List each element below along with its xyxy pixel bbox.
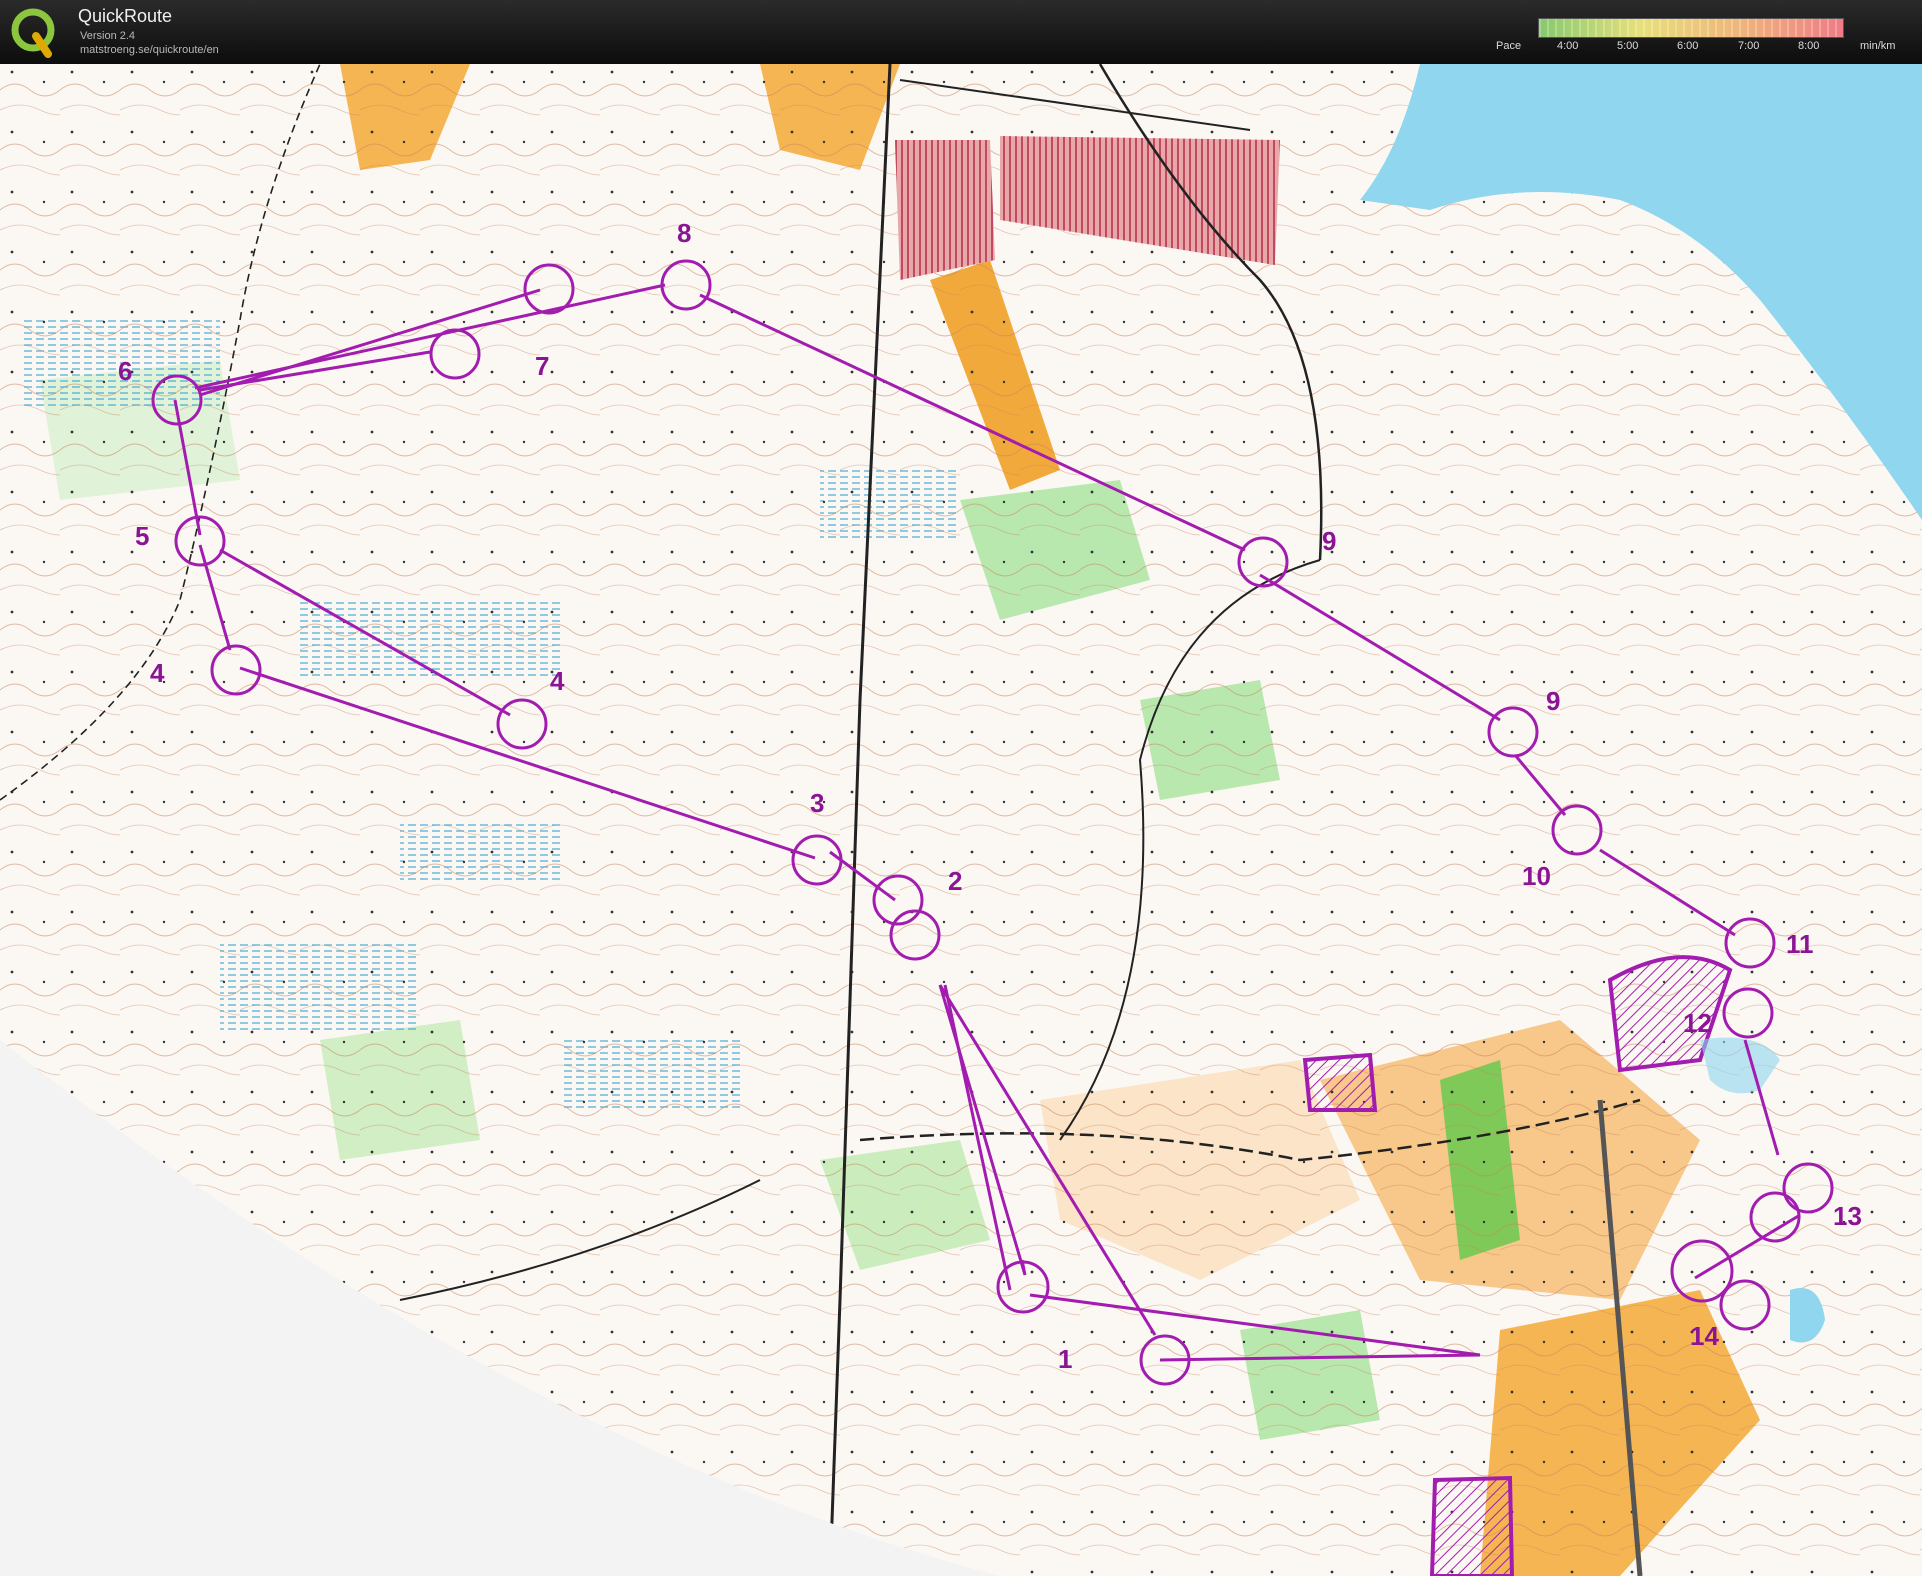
app-header: QuickRoute Version 2.4 matstroeng.se/qui… — [0, 0, 1922, 64]
control-number: 4 — [550, 666, 565, 696]
quickroute-logo-icon — [11, 8, 55, 58]
control-number: 8 — [677, 218, 691, 248]
pace-tick: 5:00 — [1617, 40, 1639, 52]
control-number: 12 — [1683, 1008, 1712, 1038]
control-number: 3 — [810, 788, 824, 818]
pace-tick: 6:00 — [1677, 40, 1699, 52]
pace-gradient-bar — [1538, 18, 1844, 38]
control-number: 4 — [150, 658, 165, 688]
app-title: QuickRoute — [78, 6, 173, 26]
app-url: matstroeng.se/quickroute/en — [80, 44, 219, 56]
orienteering-map[interactable]: 1 2 3 4 4 5 6 7 8 9 9 10 11 12 13 14 — [0, 64, 1922, 1576]
pace-unit: min/km — [1860, 40, 1896, 52]
control-number: 1 — [1058, 1344, 1072, 1374]
control-number: 5 — [135, 521, 149, 551]
pace-label: Pace — [1496, 40, 1522, 52]
control-number: 2 — [948, 866, 962, 896]
control-number: 7 — [535, 351, 549, 381]
control-number: 10 — [1522, 861, 1551, 891]
pace-tick: 7:00 — [1738, 40, 1760, 52]
control-number: 14 — [1690, 1321, 1719, 1351]
control-number: 9 — [1546, 686, 1560, 716]
app-version: Version 2.4 — [80, 30, 136, 42]
control-number: 13 — [1833, 1201, 1862, 1231]
control-number: 6 — [118, 356, 132, 386]
control-number: 9 — [1322, 526, 1336, 556]
pace-tick: 4:00 — [1557, 40, 1579, 52]
control-number: 11 — [1786, 929, 1814, 959]
pace-tick: 8:00 — [1798, 40, 1820, 52]
